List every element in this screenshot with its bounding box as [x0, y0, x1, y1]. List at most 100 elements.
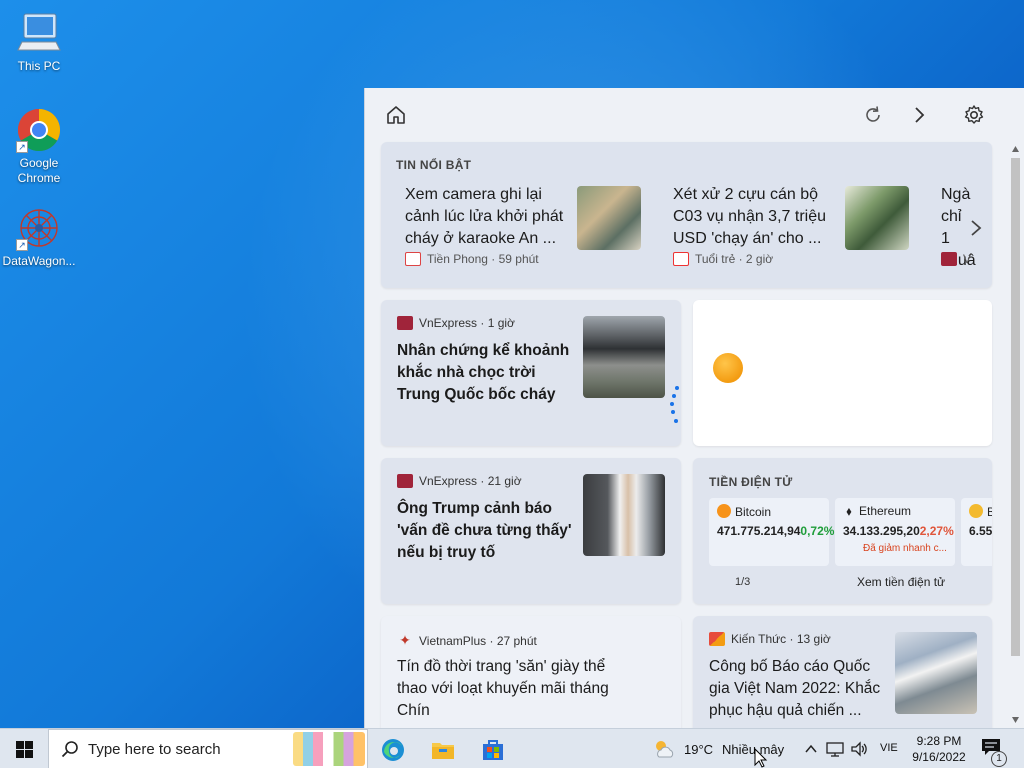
loading-spinner-icon: [670, 386, 679, 423]
desktop-icon-label: This PC: [17, 59, 61, 73]
bitcoin-icon: [717, 504, 731, 518]
weather-temperature: 19°C: [684, 742, 714, 757]
desktop-icon-this-pc[interactable]: This PC: [1, 10, 77, 74]
chevron-right-icon[interactable]: [908, 104, 930, 126]
mouse-cursor-icon: [754, 748, 768, 768]
computer-icon: [16, 10, 62, 56]
refresh-icon[interactable]: [862, 104, 884, 126]
gear-icon[interactable]: [963, 104, 985, 126]
weather-card[interactable]: [693, 300, 992, 446]
top-story-source: V: [941, 252, 971, 266]
news-source: Kiến Thức · 13 giờ: [709, 632, 831, 646]
coin-icon: [969, 504, 983, 518]
chrome-icon: ↗: [16, 107, 62, 153]
coin-card-bitcoin[interactable]: Bitcoin 471.775.214,940,72%: [709, 498, 834, 566]
news-card[interactable]: ✦ VietnamPlus · 27 phút Tín đồ thời tran…: [381, 616, 681, 728]
taskbar: Type here to search 19°C Nhiều mây VIE 9…: [0, 728, 1024, 768]
vnexpress-logo-icon: [397, 474, 413, 488]
news-card[interactable]: Kiến Thức · 13 giờ Công bố Báo cáo Quốc …: [693, 616, 992, 728]
coin-price: 6.558: [969, 524, 992, 538]
top-story-thumbnail: [845, 186, 909, 250]
folder-icon: [432, 743, 454, 759]
top-story-item[interactable]: Ngà chỉ 1 chuâ V: [941, 184, 992, 274]
partly-cloudy-icon: [656, 741, 674, 758]
coin-card-ethereum[interactable]: ⬧ Ethereum 34.133.295,202,27% Đã giảm nha…: [835, 498, 955, 566]
carousel-next-icon[interactable]: [969, 218, 983, 238]
weather-taskbar-button[interactable]: 19°C Nhiều mây: [650, 729, 800, 768]
news-headline: Nhân chứng kể khoảnh khắc nhà chọc trời …: [397, 342, 570, 403]
windows-start-icon[interactable]: [16, 741, 33, 758]
store-taskbar-button[interactable]: [480, 737, 506, 763]
edge-taskbar-button[interactable]: [380, 737, 406, 763]
news-thumbnail: [895, 632, 977, 714]
scroll-down-icon[interactable]: [1011, 716, 1020, 724]
search-highlight-icon: [293, 732, 365, 766]
scrollbar-thumb[interactable]: [1011, 158, 1020, 656]
network-icon[interactable]: [826, 741, 844, 757]
top-story-source: Tiền Phong · 59 phút: [405, 252, 539, 266]
scroll-up-icon[interactable]: [1011, 145, 1020, 153]
shortcut-arrow-icon: ↗: [16, 239, 28, 251]
top-stories-card: TIN NỔI BẬT Xem camera ghi lại cảnh lúc …: [381, 142, 992, 288]
coin-price: 34.133.295,20: [843, 524, 920, 538]
clock[interactable]: 9:28 PM 9/16/2022: [906, 733, 972, 765]
top-stories-heading: TIN NỔI BẬT: [396, 158, 472, 172]
taskbar-search-box[interactable]: Type here to search: [48, 729, 368, 768]
kienthuc-logo-icon: [709, 632, 725, 646]
coin-card-third[interactable]: B 6.558: [961, 498, 992, 566]
volume-icon[interactable]: [850, 741, 868, 757]
desktop-icon-label: Google Chrome: [17, 156, 61, 185]
ethereum-icon: ⬧: [846, 504, 852, 518]
desktop-icon-label: DataWagon...: [2, 254, 76, 268]
news-card[interactable]: VnExpress · 21 giờ Ông Trump cảnh báo 'v…: [381, 458, 681, 604]
shortcut-arrow-icon: ↗: [16, 141, 28, 153]
crypto-heading: TIỀN ĐIỆN TỬ: [709, 475, 793, 489]
top-story-source: Tuổi trẻ · 2 giờ: [673, 252, 773, 266]
edge-icon: [382, 739, 404, 761]
desktop-icon-chrome[interactable]: ↗ Google Chrome: [1, 107, 77, 186]
clock-date: 9/16/2022: [912, 750, 966, 764]
top-story-item[interactable]: Xem camera ghi lại cảnh lúc lửa khởi phá…: [405, 184, 655, 274]
top-story-item[interactable]: Xét xử 2 cựu cán bộ C03 vụ nhận 3,7 triệ…: [673, 184, 923, 274]
tienphong-logo-icon: [405, 252, 421, 266]
top-story-headline: Xem camera ghi lại cảnh lúc lửa khởi phá…: [405, 186, 564, 247]
news-thumbnail: [583, 316, 665, 398]
news-headline: Công bố Báo cáo Quốc gia Việt Nam 2022: …: [709, 658, 881, 719]
notification-count-badge: 1: [991, 751, 1007, 767]
crypto-card: TIỀN ĐIỆN TỬ Bitcoin 471.775.214,940,72%…: [693, 458, 992, 604]
vnexpress-logo-icon: [397, 316, 413, 330]
news-headline: Ông Trump cảnh báo 'vấn đề chưa từng thấ…: [397, 500, 572, 561]
news-source: VnExpress · 1 giờ: [397, 316, 515, 330]
vnexpress-logo-icon: [941, 252, 957, 266]
tuoitre-logo-icon: [673, 252, 689, 266]
top-story-thumbnail: [577, 186, 641, 250]
panel-scrollbar[interactable]: [1007, 142, 1024, 728]
notifications-button[interactable]: 1: [980, 737, 1007, 767]
chevron-up-icon[interactable]: [804, 743, 818, 755]
widgets-panel: TIN NỔI BẬT Xem camera ghi lại cảnh lúc …: [364, 88, 1024, 728]
clock-time: 9:28 PM: [916, 734, 962, 748]
input-language[interactable]: VIE: [880, 742, 898, 754]
crypto-see-more-link[interactable]: Xem tiền điện tử: [857, 575, 945, 589]
news-source: ✦ VietnamPlus · 27 phút: [397, 632, 537, 649]
widgets-toolbar: [365, 88, 1024, 140]
vietnamplus-logo-icon: ✦: [399, 632, 411, 648]
store-icon: [483, 740, 503, 760]
desktop-icon-datawagon[interactable]: ↗ DataWagon...: [1, 205, 77, 269]
news-source: VnExpress · 21 giờ: [397, 474, 522, 488]
news-headline: Tín đồ thời trang 'săn' giày thể thao vớ…: [397, 658, 609, 719]
coin-note: Đã giảm nhanh c...: [863, 543, 947, 554]
coin-change: 0,72%: [800, 524, 835, 538]
top-story-headline: Xét xử 2 cựu cán bộ C03 vụ nhận 3,7 triệ…: [673, 186, 826, 247]
home-icon[interactable]: [385, 104, 407, 126]
search-placeholder: Type here to search: [88, 740, 221, 758]
coin-change: 2,27%: [919, 524, 954, 538]
coin-price: 471.775.214,94: [717, 524, 801, 538]
crypto-pager: 1/3: [735, 576, 751, 588]
search-icon: [61, 741, 78, 758]
datawagon-icon: ↗: [16, 205, 62, 251]
sun-icon: [713, 353, 743, 383]
news-card[interactable]: VnExpress · 1 giờ Nhân chứng kể khoảnh k…: [381, 300, 681, 446]
news-thumbnail: [583, 474, 665, 556]
file-explorer-taskbar-button[interactable]: [430, 737, 456, 763]
